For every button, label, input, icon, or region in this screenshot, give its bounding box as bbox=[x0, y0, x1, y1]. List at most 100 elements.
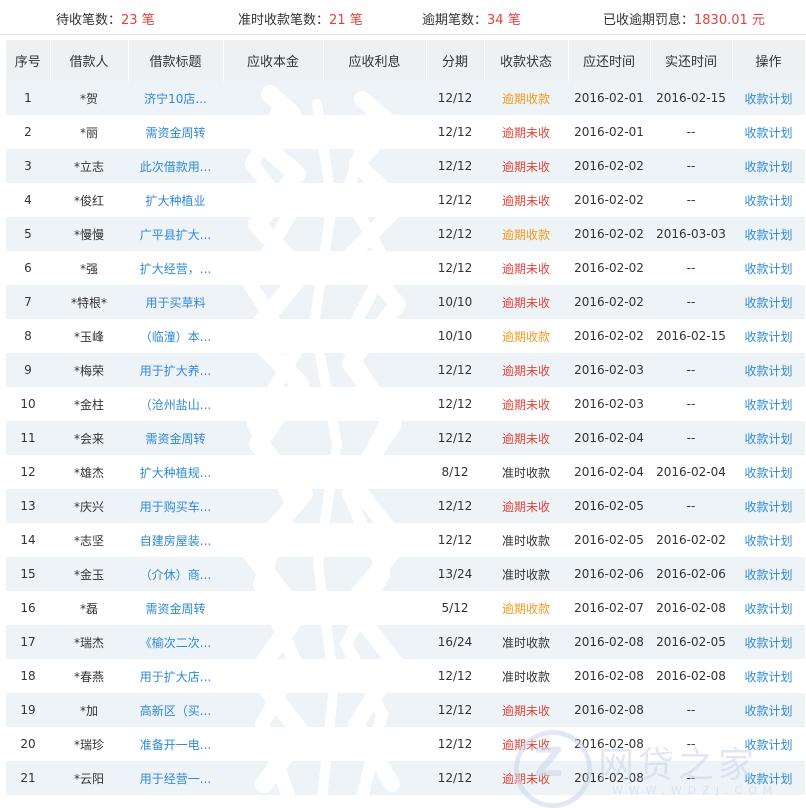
collection-plan-link[interactable]: 收款计划 bbox=[744, 398, 792, 412]
cell-action[interactable]: 收款计划 bbox=[732, 693, 805, 727]
cell-title[interactable]: 广平县扩大... bbox=[128, 217, 223, 251]
cell-title[interactable]: （沧州盐山... bbox=[128, 387, 223, 421]
cell-borrower: *云阳 bbox=[50, 761, 128, 795]
loan-title-link[interactable]: 用于购买车... bbox=[140, 500, 211, 514]
collection-plan-link[interactable]: 收款计划 bbox=[744, 636, 792, 650]
cell-term: 16/24 bbox=[426, 625, 484, 659]
loan-title-link[interactable]: 扩大种植业 bbox=[145, 194, 205, 208]
cell-action[interactable]: 收款计划 bbox=[732, 557, 805, 591]
loan-title-link[interactable]: 扩大种植规... bbox=[140, 466, 211, 480]
cell-term: 12/12 bbox=[426, 183, 484, 217]
cell-title[interactable]: 扩大经营，... bbox=[128, 251, 223, 285]
cell-action[interactable]: 收款计划 bbox=[732, 319, 805, 353]
collection-plan-link[interactable]: 收款计划 bbox=[744, 296, 792, 310]
cell-action[interactable]: 收款计划 bbox=[732, 489, 805, 523]
cell-index: 9 bbox=[6, 353, 50, 387]
loan-title-link[interactable]: 需资金周转 bbox=[145, 602, 205, 616]
cell-action[interactable]: 收款计划 bbox=[732, 353, 805, 387]
collection-plan-link[interactable]: 收款计划 bbox=[744, 738, 792, 752]
collection-plan-link[interactable]: 收款计划 bbox=[744, 194, 792, 208]
cell-index: 19 bbox=[6, 693, 50, 727]
collection-plan-link[interactable]: 收款计划 bbox=[744, 160, 792, 174]
cell-action[interactable]: 收款计划 bbox=[732, 523, 805, 557]
collection-plan-link[interactable]: 收款计划 bbox=[744, 500, 792, 514]
cell-principal bbox=[223, 81, 323, 115]
cell-action[interactable]: 收款计划 bbox=[732, 149, 805, 183]
loan-title-link[interactable]: 此次借款用... bbox=[140, 160, 211, 174]
cell-title[interactable]: 用于扩大店... bbox=[128, 659, 223, 693]
cell-action[interactable]: 收款计划 bbox=[732, 81, 805, 115]
loan-title-link[interactable]: 高新区（买... bbox=[140, 704, 211, 718]
cell-action[interactable]: 收款计划 bbox=[732, 761, 805, 795]
cell-index: 13 bbox=[6, 489, 50, 523]
cell-status: 逾期未收 bbox=[484, 693, 568, 727]
cell-action[interactable]: 收款计划 bbox=[732, 217, 805, 251]
cell-action[interactable]: 收款计划 bbox=[732, 285, 805, 319]
collection-plan-link[interactable]: 收款计划 bbox=[744, 330, 792, 344]
cell-action[interactable]: 收款计划 bbox=[732, 387, 805, 421]
cell-action[interactable]: 收款计划 bbox=[732, 591, 805, 625]
cell-title[interactable]: 济宁10店... bbox=[128, 81, 223, 115]
cell-action[interactable]: 收款计划 bbox=[732, 659, 805, 693]
cell-title[interactable]: 需资金周转 bbox=[128, 115, 223, 149]
collection-plan-link[interactable]: 收款计划 bbox=[744, 670, 792, 684]
cell-action[interactable]: 收款计划 bbox=[732, 727, 805, 761]
cell-status: 逾期未收 bbox=[484, 421, 568, 455]
cell-action[interactable]: 收款计划 bbox=[732, 115, 805, 149]
collection-plan-link[interactable]: 收款计划 bbox=[744, 602, 792, 616]
cell-action[interactable]: 收款计划 bbox=[732, 455, 805, 489]
collection-plan-link[interactable]: 收款计划 bbox=[744, 432, 792, 446]
cell-principal bbox=[223, 523, 323, 557]
cell-title[interactable]: 用于购买车... bbox=[128, 489, 223, 523]
cell-title[interactable]: 《榆次二次... bbox=[128, 625, 223, 659]
cell-title[interactable]: 自建房屋装... bbox=[128, 523, 223, 557]
cell-action[interactable]: 收款计划 bbox=[732, 251, 805, 285]
loan-title-link[interactable]: 济宁10店... bbox=[144, 92, 207, 106]
loan-title-link[interactable]: 需资金周转 bbox=[145, 126, 205, 140]
loan-title-link[interactable]: 用于扩大店... bbox=[140, 670, 211, 684]
loan-title-link[interactable]: 需资金周转 bbox=[145, 432, 205, 446]
loan-title-link[interactable]: 准备开一电... bbox=[140, 738, 211, 752]
loan-title-link[interactable]: 《榆次二次... bbox=[140, 636, 211, 650]
collection-plan-link[interactable]: 收款计划 bbox=[744, 568, 792, 582]
cell-paid-date: 2016-02-05 bbox=[650, 625, 732, 659]
collection-plan-link[interactable]: 收款计划 bbox=[744, 466, 792, 480]
collection-plan-link[interactable]: 收款计划 bbox=[744, 772, 792, 786]
loan-title-link[interactable]: 扩大经营，... bbox=[140, 262, 211, 276]
collection-plan-link[interactable]: 收款计划 bbox=[744, 126, 792, 140]
cell-title[interactable]: 扩大种植业 bbox=[128, 183, 223, 217]
loan-title-link[interactable]: 自建房屋装... bbox=[140, 534, 211, 548]
cell-title[interactable]: 需资金周转 bbox=[128, 421, 223, 455]
collection-plan-link[interactable]: 收款计划 bbox=[744, 92, 792, 106]
loan-title-link[interactable]: 用于扩大养... bbox=[140, 364, 211, 378]
cell-title[interactable]: 扩大种植规... bbox=[128, 455, 223, 489]
cell-title[interactable]: 此次借款用... bbox=[128, 149, 223, 183]
collection-plan-link[interactable]: 收款计划 bbox=[744, 704, 792, 718]
collection-plan-link[interactable]: 收款计划 bbox=[744, 262, 792, 276]
cell-title[interactable]: 用于买草料 bbox=[128, 285, 223, 319]
collection-plan-link[interactable]: 收款计划 bbox=[744, 228, 792, 242]
cell-title[interactable]: 准备开一电... bbox=[128, 727, 223, 761]
cell-title[interactable]: 用于经营一... bbox=[128, 761, 223, 795]
cell-title[interactable]: 需资金周转 bbox=[128, 591, 223, 625]
cell-title[interactable]: （介休）商... bbox=[128, 557, 223, 591]
cell-action[interactable]: 收款计划 bbox=[732, 421, 805, 455]
cell-title[interactable]: （临潼）本... bbox=[128, 319, 223, 353]
cell-borrower: *俊红 bbox=[50, 183, 128, 217]
ontime-count-value: 21 笔 bbox=[329, 13, 363, 28]
pending-count-value: 23 笔 bbox=[121, 13, 155, 28]
cell-title[interactable]: 高新区（买... bbox=[128, 693, 223, 727]
loan-title-link[interactable]: 用于经营一... bbox=[140, 772, 211, 786]
cell-action[interactable]: 收款计划 bbox=[732, 625, 805, 659]
status-text: 逾期未收 bbox=[501, 125, 550, 140]
loan-title-link[interactable]: 用于买草料 bbox=[145, 296, 205, 310]
collection-plan-link[interactable]: 收款计划 bbox=[744, 364, 792, 378]
loan-title-link[interactable]: （临潼）本... bbox=[140, 330, 211, 344]
cell-action[interactable]: 收款计划 bbox=[732, 183, 805, 217]
loan-title-link[interactable]: 广平县扩大... bbox=[140, 228, 211, 242]
loan-title-link[interactable]: （沧州盐山... bbox=[140, 398, 211, 412]
collection-plan-link[interactable]: 收款计划 bbox=[744, 534, 792, 548]
loan-title-link[interactable]: （介休）商... bbox=[140, 568, 211, 582]
cell-status: 逾期未收 bbox=[484, 353, 568, 387]
cell-title[interactable]: 用于扩大养... bbox=[128, 353, 223, 387]
